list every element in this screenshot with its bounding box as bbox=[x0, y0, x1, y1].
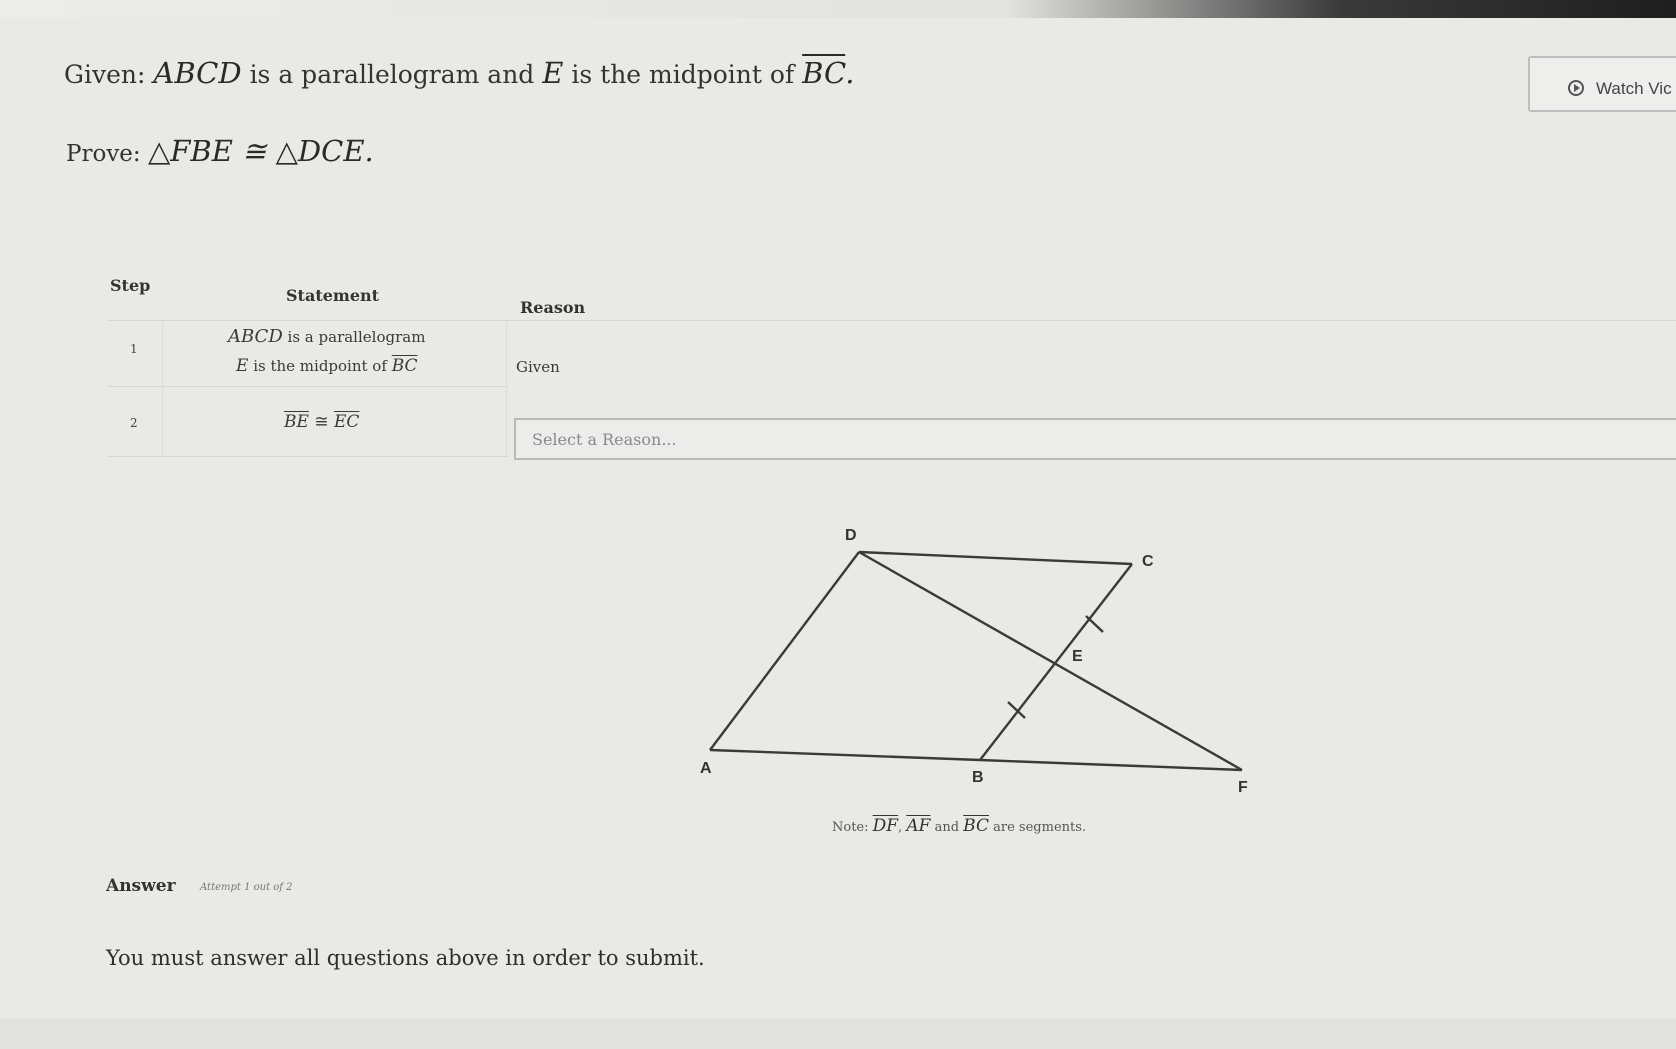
reason-select-placeholder: Select a Reason... bbox=[532, 430, 677, 449]
given-segment-bc: BC bbox=[802, 56, 846, 90]
given-statement: Given: ABCD is a parallelogram and E is … bbox=[64, 56, 854, 90]
segment-ad bbox=[709, 551, 860, 751]
row1-step-number: 1 bbox=[130, 342, 138, 356]
row2-segment-be: BE bbox=[284, 412, 309, 432]
header-divider bbox=[108, 320, 1676, 321]
statement-column-divider bbox=[506, 320, 507, 456]
submit-requirement-message: You must answer all questions above in o… bbox=[106, 946, 705, 970]
reason-select[interactable]: Select a Reason... bbox=[514, 418, 1676, 460]
top-bar bbox=[0, 0, 1676, 18]
segment-cb bbox=[979, 563, 1133, 761]
header-step: Step bbox=[110, 276, 151, 295]
note-and: and bbox=[934, 820, 960, 835]
note-prefix: Note: bbox=[832, 820, 869, 835]
note-segment-df: DF bbox=[872, 816, 899, 836]
row1-text-2: is the midpoint of bbox=[253, 357, 387, 375]
row1-text-1: is a parallelogram bbox=[287, 328, 426, 346]
row2-statement: BE ≅ EC bbox=[284, 412, 359, 432]
prove-label: Prove: bbox=[66, 141, 141, 167]
label-b: B bbox=[972, 769, 984, 786]
answer-heading: Answer bbox=[106, 876, 176, 896]
label-c: C bbox=[1142, 553, 1154, 570]
tick-mark-ce bbox=[1085, 615, 1104, 633]
attempt-counter: Attempt 1 out of 2 bbox=[200, 882, 293, 893]
row1-statement-line2: E is the midpoint of BC bbox=[236, 356, 418, 376]
row1-reason-given: Given bbox=[516, 358, 560, 376]
segment-df bbox=[858, 550, 1243, 772]
header-reason: Reason bbox=[520, 298, 586, 317]
row2-divider bbox=[108, 456, 508, 457]
given-text-1: is a parallelogram and bbox=[249, 60, 535, 89]
segment-ba bbox=[709, 748, 981, 762]
row1-math-e: E bbox=[236, 356, 249, 376]
note-comma: , bbox=[898, 820, 903, 835]
row2-step-number: 2 bbox=[130, 416, 138, 430]
row1-segment-bc: BC bbox=[391, 356, 418, 376]
label-e: E bbox=[1072, 648, 1083, 665]
play-circle-icon bbox=[1568, 80, 1584, 96]
row1-divider bbox=[108, 386, 508, 387]
given-label: Given: bbox=[64, 60, 146, 89]
row2-segment-ec: EC bbox=[333, 412, 360, 432]
row2-congruent-symbol: ≅ bbox=[314, 412, 329, 432]
header-statement: Statement bbox=[286, 286, 380, 305]
label-f: F bbox=[1238, 779, 1248, 796]
note-segment-af: AF bbox=[906, 816, 931, 836]
parallelogram-figure: D C E A B F bbox=[700, 527, 1248, 796]
row1-statement-line1: ABCD is a parallelogram bbox=[228, 326, 425, 347]
segment-bf bbox=[979, 758, 1243, 772]
note-segment-bc: BC bbox=[963, 816, 989, 836]
given-text-2: is the midpoint of bbox=[571, 60, 795, 89]
prove-math: △FBE ≅ △DCE. bbox=[147, 134, 374, 168]
watch-video-label: Watch Vic bbox=[1596, 79, 1672, 98]
given-math-e: E bbox=[542, 56, 564, 90]
bottom-strip bbox=[0, 1018, 1676, 1049]
prove-statement: Prove: △FBE ≅ △DCE. bbox=[66, 134, 374, 168]
row1-math-abcd: ABCD bbox=[228, 326, 283, 347]
given-period: . bbox=[845, 56, 855, 90]
label-a: A bbox=[700, 760, 712, 777]
watch-video-button[interactable]: Watch Vic bbox=[1528, 56, 1676, 112]
label-d: D bbox=[845, 527, 857, 544]
step-column-divider bbox=[162, 320, 163, 456]
note-suffix: are segments. bbox=[993, 820, 1087, 835]
figure-note: Note: DF, AF and BC are segments. bbox=[832, 816, 1086, 836]
given-math-abcd: ABCD bbox=[153, 56, 242, 90]
segment-dc bbox=[858, 550, 1133, 566]
